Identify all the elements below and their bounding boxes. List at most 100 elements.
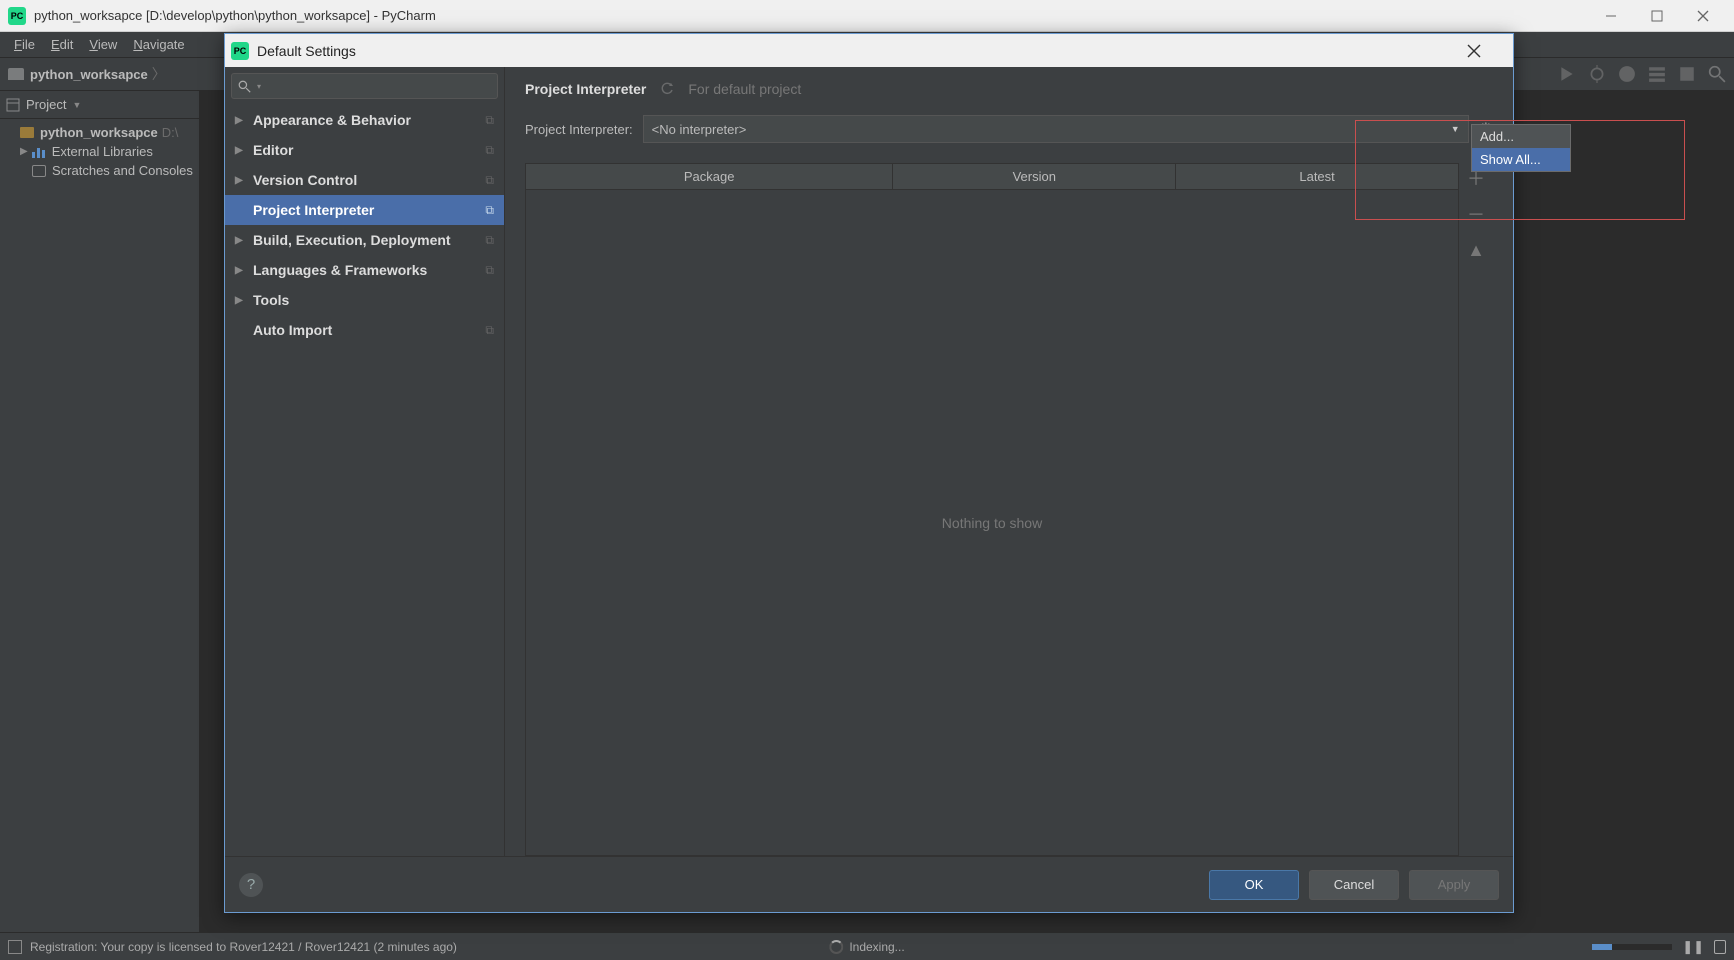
menu-add[interactable]: Add...	[1472, 125, 1570, 148]
cancel-button[interactable]: Cancel	[1309, 870, 1399, 900]
category-appearance-behavior[interactable]: ▶ Appearance & Behavior ⧉	[225, 105, 504, 135]
tree-root-name: python_worksapce	[40, 125, 158, 140]
ok-button[interactable]: OK	[1209, 870, 1299, 900]
interpreter-label: Project Interpreter:	[525, 122, 633, 137]
project-panel-header[interactable]: Project ▼	[0, 91, 200, 119]
debug-icon[interactable]	[1588, 65, 1606, 83]
pycharm-icon: PC	[8, 7, 26, 25]
scope-icon: ⧉	[485, 203, 494, 218]
category-languages-frameworks[interactable]: ▶ Languages & Frameworks ⧉	[225, 255, 504, 285]
dialog-titlebar: PC Default Settings	[225, 34, 1513, 67]
menu-edit[interactable]: Edit	[43, 35, 81, 54]
stop-icon[interactable]	[1618, 65, 1636, 83]
dialog-footer: ? OK Cancel Apply	[225, 856, 1513, 912]
scope-icon: ⧉	[485, 323, 494, 338]
expand-icon: ▶	[235, 265, 247, 276]
pycharm-icon: PC	[231, 42, 249, 60]
packages-area: Package Version Latest Nothing to show ＋…	[525, 163, 1493, 856]
expand-icon: ▶	[235, 295, 247, 306]
run-icon[interactable]	[1558, 65, 1576, 83]
interpreter-row: Project Interpreter: <No interpreter> ▼ …	[525, 115, 1493, 143]
dialog-close-button[interactable]	[1467, 44, 1507, 58]
project-tree[interactable]: python_worksapce D:\ ▶ External Librarie…	[0, 119, 200, 932]
tree-scratches[interactable]: Scratches and Consoles	[0, 161, 199, 180]
settings-sidebar: ▾ ▶ Appearance & Behavior ⧉ ▶ Editor ⧉ ▶…	[225, 67, 505, 856]
col-header-latest[interactable]: Latest	[1176, 164, 1458, 189]
col-header-version[interactable]: Version	[893, 164, 1176, 189]
category-version-control[interactable]: ▶ Version Control ⧉	[225, 165, 504, 195]
lock-icon[interactable]	[1714, 940, 1726, 954]
scratches-icon	[32, 165, 46, 177]
category-project-interpreter[interactable]: Project Interpreter ⧉	[225, 195, 504, 225]
scratches-label: Scratches and Consoles	[52, 163, 193, 178]
interpreter-select[interactable]: <No interpreter> ▼	[643, 115, 1469, 143]
pause-icon[interactable]: ❚❚	[1682, 939, 1704, 955]
search-history-dropdown-icon[interactable]: ▾	[257, 82, 261, 91]
project-panel-icon	[6, 98, 20, 112]
scope-icon: ⧉	[485, 173, 494, 188]
category-label: Build, Execution, Deployment	[253, 232, 451, 248]
interpreter-value: <No interpreter>	[652, 122, 747, 137]
category-build-execution-deployment[interactable]: ▶ Build, Execution, Deployment ⧉	[225, 225, 504, 255]
progress-spinner-icon	[829, 940, 843, 954]
window-titlebar: PC python_worksapce [D:\develop\python\p…	[0, 0, 1734, 32]
category-label: Appearance & Behavior	[253, 112, 411, 128]
menu-view[interactable]: View	[81, 35, 125, 54]
settings-content: Project Interpreter For default project …	[505, 67, 1513, 856]
scope-icon: ⧉	[485, 143, 494, 158]
settings-search-input[interactable]: ▾	[231, 73, 498, 99]
layout-icon[interactable]	[1648, 65, 1666, 83]
menu-navigate[interactable]: Navigate	[125, 35, 192, 54]
upgrade-package-button[interactable]: ▲	[1465, 239, 1487, 261]
menu-file[interactable]: File	[6, 35, 43, 54]
status-registration: Registration: Your copy is licensed to R…	[30, 940, 457, 954]
expand-icon: ▶	[235, 115, 247, 126]
search-icon[interactable]	[1708, 65, 1726, 83]
category-tools[interactable]: ▶ Tools	[225, 285, 504, 315]
minimize-button[interactable]	[1588, 0, 1634, 32]
interpreter-context-menu: Add... Show All...	[1471, 124, 1571, 172]
breadcrumb-sep-icon: 〉	[152, 64, 166, 84]
library-icon	[32, 146, 46, 158]
scope-icon: ⧉	[485, 263, 494, 278]
content-header: Project Interpreter For default project	[525, 81, 1493, 97]
reset-icon[interactable]	[660, 82, 674, 96]
folder-icon	[20, 127, 34, 138]
project-panel-title: Project	[26, 97, 66, 112]
settings-toolbar-icon[interactable]	[1678, 65, 1696, 83]
tree-root[interactable]: python_worksapce D:\	[0, 123, 199, 142]
progress-bar	[1592, 944, 1672, 950]
category-auto-import[interactable]: Auto Import ⧉	[225, 315, 504, 345]
chevron-down-icon[interactable]: ▼	[1451, 124, 1460, 134]
maximize-button[interactable]	[1634, 0, 1680, 32]
packages-table[interactable]: Package Version Latest Nothing to show	[525, 163, 1459, 856]
breadcrumb[interactable]: python_worksapce 〉	[8, 64, 170, 84]
help-button[interactable]: ?	[239, 873, 263, 897]
scope-icon: ⧉	[485, 113, 494, 128]
toolbar-right	[1558, 65, 1726, 83]
window-title: python_worksapce [D:\develop\python\pyth…	[34, 8, 436, 23]
expand-icon[interactable]: ▶	[20, 146, 28, 157]
category-label: Auto Import	[253, 322, 332, 338]
dialog-title: Default Settings	[257, 43, 356, 59]
category-label: Editor	[253, 142, 293, 158]
col-header-package[interactable]: Package	[526, 164, 893, 189]
status-indexing: Indexing...	[849, 940, 904, 954]
statusbar-icon[interactable]	[8, 940, 22, 954]
packages-table-header: Package Version Latest	[526, 164, 1458, 190]
remove-package-button[interactable]: －	[1465, 203, 1487, 225]
category-editor[interactable]: ▶ Editor ⧉	[225, 135, 504, 165]
folder-icon	[8, 68, 24, 80]
content-note: For default project	[688, 81, 801, 97]
tree-external-libraries[interactable]: ▶ External Libraries	[0, 142, 199, 161]
apply-button[interactable]: Apply	[1409, 870, 1499, 900]
chevron-down-icon[interactable]: ▼	[72, 100, 81, 110]
tree-root-path: D:\	[162, 125, 179, 140]
breadcrumb-root: python_worksapce	[30, 67, 148, 82]
category-label: Languages & Frameworks	[253, 262, 427, 278]
close-button[interactable]	[1680, 0, 1726, 32]
packages-tools: ＋ － ▲	[1459, 163, 1493, 856]
menu-show-all[interactable]: Show All...	[1472, 148, 1570, 171]
expand-icon: ▶	[235, 145, 247, 156]
content-title: Project Interpreter	[525, 81, 646, 97]
